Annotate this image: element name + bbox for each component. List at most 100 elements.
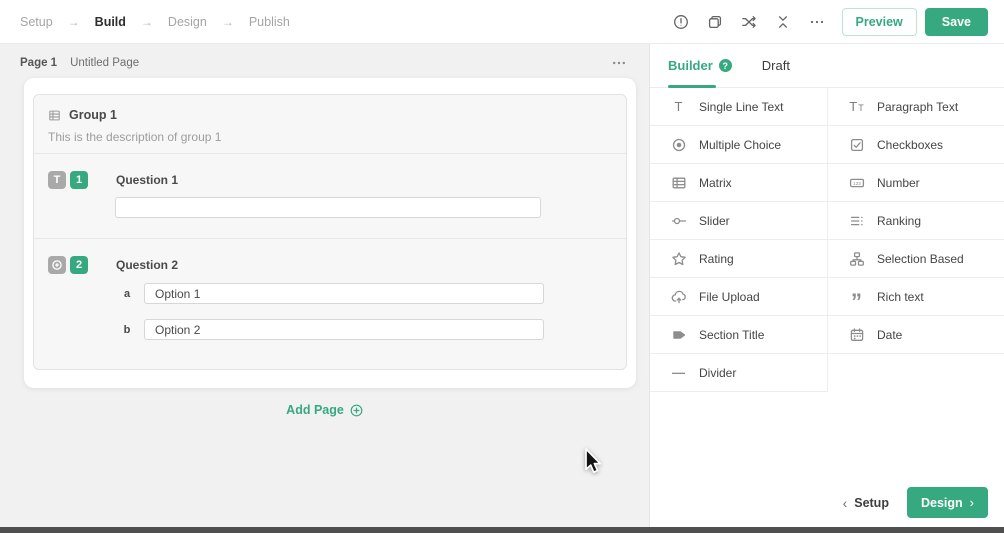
group-container[interactable]: Group 1 This is the description of group… <box>33 94 627 370</box>
step-setup[interactable]: Setup <box>20 15 53 29</box>
form-canvas: Page 1 Untitled Page Group 1 This is the… <box>0 44 650 527</box>
help-circle-icon[interactable]: ? <box>718 59 732 72</box>
next-button-label: Design <box>920 495 963 510</box>
ranking-icon <box>848 213 865 229</box>
tab-draft[interactable]: Draft <box>762 44 790 87</box>
option-row: b <box>120 319 612 340</box>
add-page-button[interactable]: Add Page <box>286 403 363 417</box>
form-builder-app: Setup → Build → Design → Publish Preview… <box>0 0 1004 533</box>
field-item-divider[interactable]: — Divider <box>650 354 827 392</box>
radio-type-icon <box>48 256 66 274</box>
field-item-label: Multiple Choice <box>699 137 782 152</box>
bottom-bar <box>0 527 1004 533</box>
shuffle-icon[interactable] <box>734 7 764 37</box>
rating-icon <box>670 251 687 267</box>
field-item-label: Date <box>877 327 903 342</box>
topbar-actions: Preview Save <box>666 7 988 37</box>
question-2-block[interactable]: 2 Question 2 a b <box>34 239 626 369</box>
step-arrow-icon: → <box>221 14 234 29</box>
breadcrumb-steps: Setup → Build → Design → Publish <box>20 15 290 29</box>
field-item-rich-text[interactable]: ” Rich text <box>827 278 1004 316</box>
option-row: a <box>120 283 612 304</box>
page-title[interactable]: Untitled Page <box>70 57 139 69</box>
option-1-input[interactable] <box>144 283 544 304</box>
field-item-label: Divider <box>699 365 737 380</box>
plus-circle-icon <box>350 404 363 416</box>
text-type-icon: T <box>48 171 66 189</box>
chevron-right-icon: › <box>969 495 974 510</box>
back-button-label: Setup <box>854 495 889 510</box>
option-letter: b <box>123 323 131 336</box>
field-grid-empty-cell <box>827 354 1004 392</box>
field-item-label: Ranking <box>877 213 922 228</box>
question-1-answer-input[interactable] <box>115 197 541 218</box>
section-title-icon <box>670 327 687 343</box>
field-type-grid: T Single Line Text TT Paragraph Text Multipl… <box>650 88 1004 392</box>
field-item-label: Rating <box>699 251 734 266</box>
option-letter: a <box>123 287 131 300</box>
group-title: Group 1 <box>69 108 117 122</box>
collapse-vertical-icon[interactable] <box>768 7 798 37</box>
field-item-number[interactable]: 123 Number <box>827 164 1004 202</box>
field-item-label: Rich text <box>877 289 924 304</box>
field-item-single-line-text[interactable]: T Single Line Text <box>650 88 827 126</box>
field-item-multiple-choice[interactable]: Multiple Choice <box>650 126 827 164</box>
paragraph-text-icon: TT <box>849 99 864 114</box>
field-item-label: Section Title <box>699 327 765 342</box>
chevron-left-icon: ‹ <box>842 494 848 511</box>
matrix-icon <box>670 175 687 191</box>
question-1-block[interactable]: T 1 Question 1 <box>34 154 626 239</box>
field-item-rating[interactable]: Rating <box>650 240 827 278</box>
step-build[interactable]: Build <box>95 15 126 29</box>
page-card: Group 1 This is the description of group… <box>24 78 636 388</box>
page-label: Page 1 <box>20 57 58 69</box>
field-item-paragraph-text[interactable]: TT Paragraph Text <box>827 88 1004 126</box>
option-2-input[interactable] <box>144 319 544 340</box>
duplicate-icon[interactable] <box>700 7 730 37</box>
multiple-choice-icon <box>670 137 687 153</box>
field-item-section-title[interactable]: Section Title <box>650 316 827 354</box>
main-content: Page 1 Untitled Page Group 1 This is the… <box>0 44 1004 527</box>
field-item-selection-based[interactable]: Selection Based <box>827 240 1004 278</box>
field-item-file-upload[interactable]: File Upload <box>650 278 827 316</box>
field-item-label: Slider <box>699 213 730 228</box>
topbar: Setup → Build → Design → Publish Preview… <box>0 0 1004 44</box>
file-upload-icon <box>670 289 687 305</box>
builder-sidebar: Builder ? Draft T Single Line Text TT Parag… <box>650 44 1004 527</box>
field-item-matrix[interactable]: Matrix <box>650 164 827 202</box>
next-to-design-button[interactable]: Design › <box>906 487 988 518</box>
single-line-text-icon: T <box>674 99 683 114</box>
page-header: Page 1 Untitled Page <box>0 44 649 71</box>
rich-text-icon: ” <box>851 288 862 314</box>
group-icon <box>48 109 61 122</box>
page-menu-button[interactable] <box>611 55 627 71</box>
question-number-badge: 2 <box>70 256 88 274</box>
step-publish[interactable]: Publish <box>249 15 290 29</box>
alert-circle-icon[interactable] <box>666 7 696 37</box>
save-button[interactable]: Save <box>924 7 988 36</box>
field-item-date[interactable]: Date <box>827 316 1004 354</box>
svg-text:123: 123 <box>853 180 861 185</box>
field-item-ranking[interactable]: Ranking <box>827 202 1004 240</box>
field-item-label: Checkboxes <box>877 137 944 152</box>
preview-button[interactable]: Preview <box>841 7 917 36</box>
tab-builder[interactable]: Builder ? <box>668 44 732 88</box>
ellipsis-icon[interactable] <box>802 7 832 37</box>
add-page-label: Add Page <box>286 403 344 417</box>
step-arrow-icon: → <box>67 14 80 29</box>
field-item-slider[interactable]: Slider <box>650 202 827 240</box>
date-icon <box>848 327 865 343</box>
question-title: Question 2 <box>116 258 179 272</box>
back-to-setup-button[interactable]: ‹ Setup <box>843 495 889 511</box>
step-design[interactable]: Design <box>168 15 207 29</box>
field-item-label: Selection Based <box>877 251 964 266</box>
field-item-label: File Upload <box>699 289 760 304</box>
group-header[interactable]: Group 1 This is the description of group… <box>34 95 626 154</box>
group-description: This is the description of group 1 <box>48 130 222 144</box>
field-item-checkboxes[interactable]: Checkboxes <box>827 126 1004 164</box>
sidebar-tabs: Builder ? Draft <box>650 44 1004 88</box>
divider-icon: — <box>672 365 685 380</box>
field-item-label: Paragraph Text <box>877 99 959 114</box>
question-number-badge: 1 <box>70 171 88 189</box>
checkboxes-icon <box>848 137 865 153</box>
